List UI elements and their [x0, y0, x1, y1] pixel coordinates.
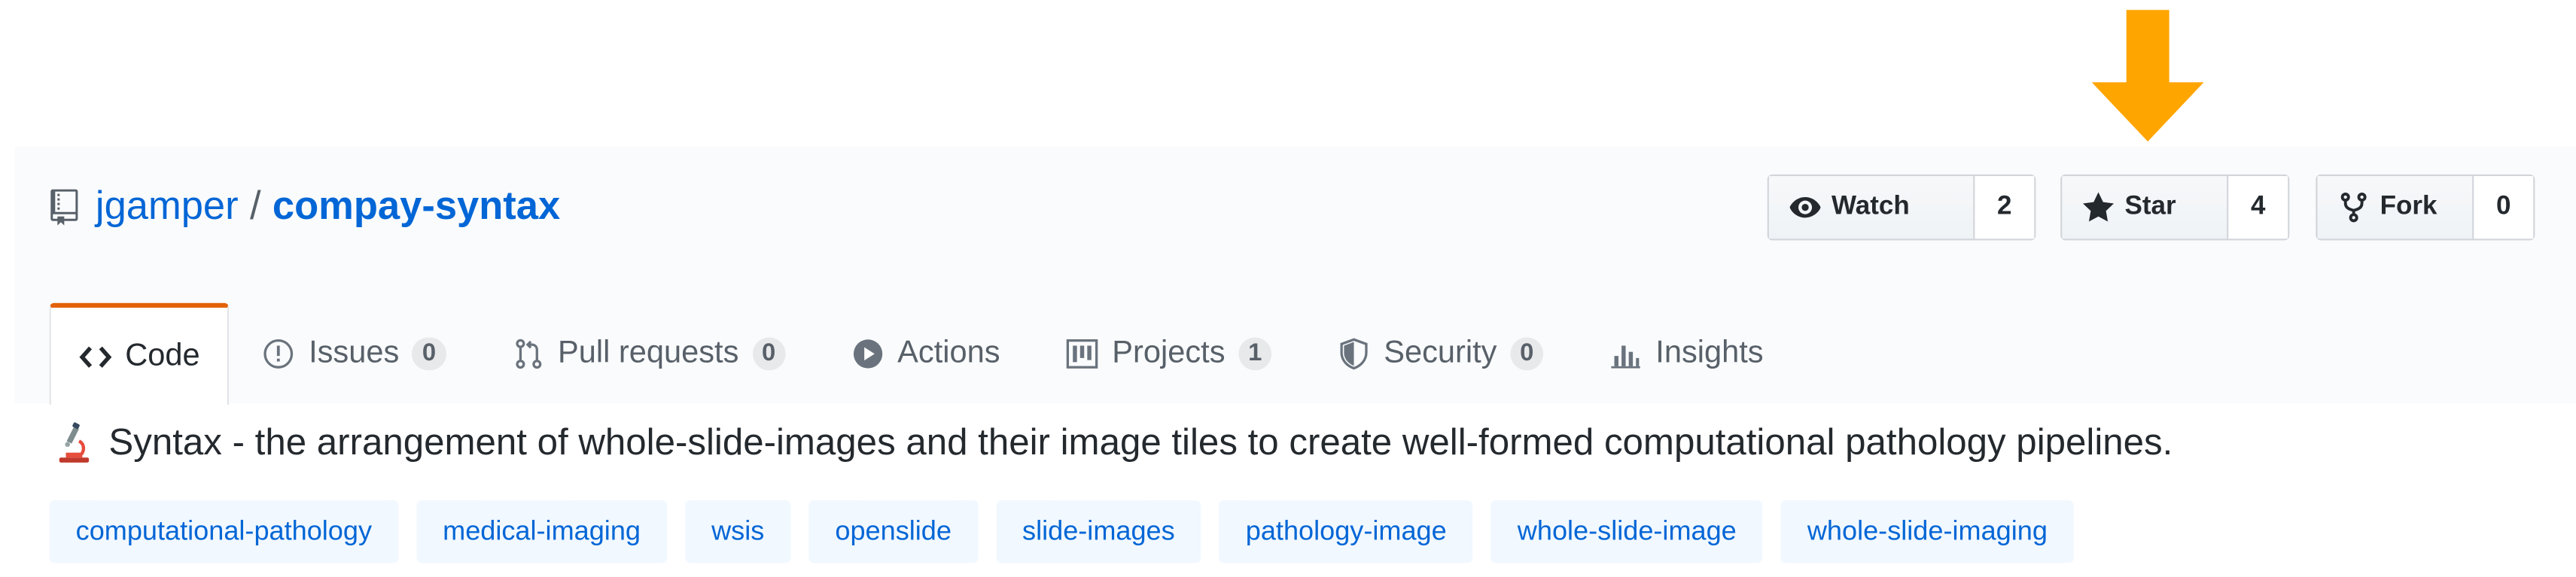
- repo-page: jgamper / compay-syntax Watch 2 Star 4 F…: [0, 0, 2576, 576]
- topic-tag[interactable]: computational-pathology: [49, 500, 399, 563]
- code-icon: [79, 345, 112, 367]
- topic-tag[interactable]: wsis: [685, 500, 791, 563]
- tab-actions[interactable]: Actions: [818, 303, 1033, 405]
- star-button[interactable]: Star: [2062, 176, 2229, 239]
- shield-icon: [1340, 338, 1368, 370]
- repo-separator: /: [249, 184, 261, 229]
- repo-nav-tabs: Code Issues 0 Pull requests 0 Actions Pr…: [49, 302, 1797, 405]
- tab-code-label: Code: [125, 338, 200, 373]
- tab-issues-label: Issues: [309, 336, 400, 371]
- watch-count[interactable]: 2: [1975, 176, 2035, 239]
- fork-count[interactable]: 0: [2474, 176, 2534, 239]
- repo-owner-link[interactable]: jgamper: [96, 184, 239, 230]
- topic-tag[interactable]: whole-slide-imaging: [1780, 500, 2074, 563]
- fork-button[interactable]: Fork: [2317, 176, 2474, 239]
- tab-projects-count: 1: [1238, 337, 1272, 371]
- repo-icon: [50, 189, 78, 226]
- watch-label: Watch: [1832, 192, 1910, 221]
- annotation-arrow-icon: [2091, 10, 2204, 142]
- fork-label: Fork: [2380, 192, 2437, 221]
- topic-tag[interactable]: openslide: [808, 500, 978, 563]
- tab-security-label: Security: [1384, 336, 1497, 371]
- tab-pull-requests-count: 0: [751, 337, 786, 371]
- repo-description-text: Syntax - the arrangement of whole-slide-…: [108, 421, 2173, 463]
- fork-button-group: Fork 0: [2316, 174, 2535, 241]
- watch-button-group: Watch 2: [1767, 174, 2036, 241]
- tab-pull-requests[interactable]: Pull requests 0: [479, 303, 818, 405]
- topic-tag[interactable]: medical-imaging: [416, 500, 668, 563]
- star-icon: [2082, 192, 2115, 222]
- play-icon: [853, 339, 882, 369]
- fork-icon: [2340, 192, 2367, 223]
- graph-icon: [1611, 345, 1641, 369]
- tab-security-count: 0: [1509, 337, 1544, 371]
- tab-insights[interactable]: Insights: [1576, 303, 1796, 405]
- topic-list: computational-pathology medical-imaging …: [49, 500, 2074, 563]
- tab-actions-label: Actions: [897, 336, 1000, 371]
- star-button-group: Star 4: [2060, 174, 2290, 241]
- tab-security[interactable]: Security 0: [1305, 303, 1576, 405]
- tab-code[interactable]: Code: [49, 302, 230, 405]
- pull-request-icon: [515, 339, 541, 369]
- star-label: Star: [2124, 192, 2176, 221]
- tab-projects[interactable]: Projects 1: [1033, 303, 1305, 405]
- repo-title: jgamper / compay-syntax: [50, 184, 560, 230]
- star-count[interactable]: 4: [2228, 176, 2288, 239]
- tab-insights-label: Insights: [1655, 336, 1764, 371]
- watch-button[interactable]: Watch: [1768, 176, 1975, 239]
- tab-pull-requests-label: Pull requests: [558, 336, 739, 371]
- project-icon: [1067, 339, 1098, 369]
- topic-tag[interactable]: pathology-image: [1219, 500, 1473, 563]
- issue-icon: [264, 339, 294, 369]
- tab-projects-label: Projects: [1112, 336, 1226, 371]
- repo-name-link[interactable]: compay-syntax: [273, 184, 560, 230]
- microscope-icon: [59, 422, 90, 463]
- tab-issues[interactable]: Issues 0: [230, 303, 479, 405]
- tab-issues-count: 0: [412, 337, 446, 371]
- topic-tag[interactable]: slide-images: [996, 500, 1201, 563]
- repo-description: Syntax - the arrangement of whole-slide-…: [56, 421, 2173, 464]
- topic-tag[interactable]: whole-slide-image: [1490, 500, 1763, 563]
- eye-icon: [1789, 197, 1821, 218]
